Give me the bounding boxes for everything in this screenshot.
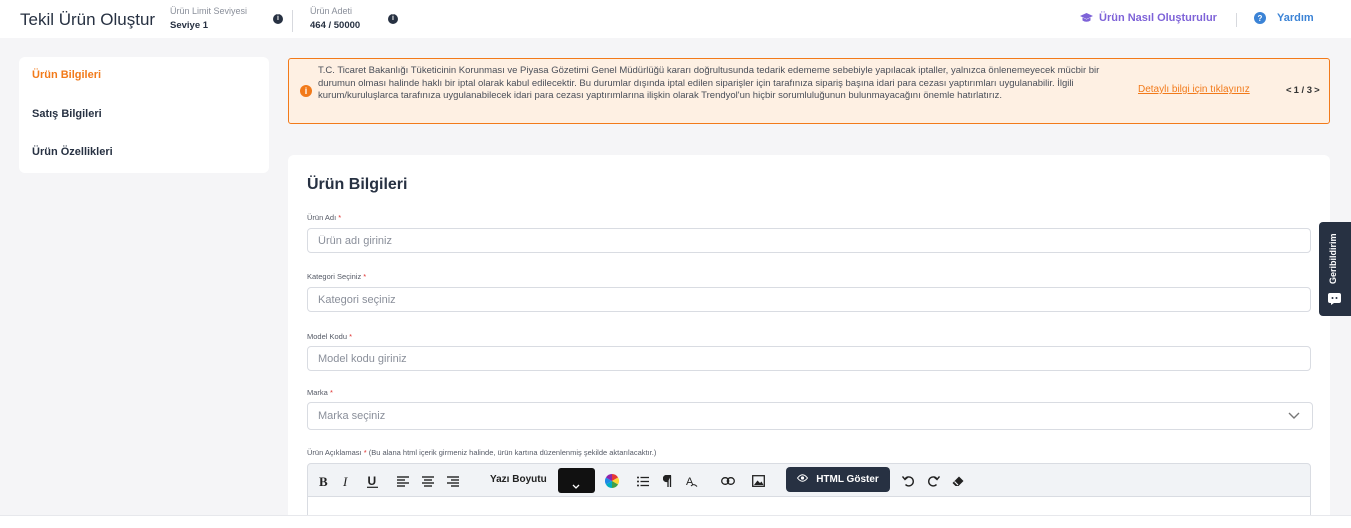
sidebar-item-sales-info[interactable]: Satış Bilgileri xyxy=(32,108,102,120)
required-mark: * xyxy=(329,388,333,397)
svg-text:B: B xyxy=(319,475,328,487)
product-count-value: 464 / 50000 xyxy=(310,20,361,31)
limit-level-label: Ürün Limit Seviyesi xyxy=(170,6,248,16)
model-code-label-text: Model Kodu xyxy=(307,332,348,341)
pager-text: 1 / 3 xyxy=(1293,85,1313,96)
product-name-label: Ürün Adı * xyxy=(307,213,341,222)
question-icon: ? xyxy=(1254,12,1266,24)
svg-text:U: U xyxy=(367,475,376,488)
chevron-down-icon xyxy=(572,477,580,495)
brand-label: Marka * xyxy=(307,388,333,397)
category-input[interactable] xyxy=(307,287,1311,312)
pager-prev-button[interactable]: < xyxy=(1286,85,1292,96)
description-note: (Bu alana html içerik girmeniz halinde, … xyxy=(368,448,657,457)
color-wheel-icon[interactable] xyxy=(604,473,620,489)
sidebar: Ürün Bilgileri Satış Bilgileri Ürün Özel… xyxy=(19,57,269,173)
brand-label-text: Marka xyxy=(307,388,328,397)
help-label: Yardım xyxy=(1277,12,1314,24)
undo-icon[interactable] xyxy=(901,473,915,489)
html-view-button[interactable]: HTML Göster xyxy=(786,467,890,492)
align-center-icon[interactable] xyxy=(421,473,435,489)
align-left-icon[interactable] xyxy=(396,473,410,489)
warning-banner: i T.C. Ticaret Bakanlığı Tüketicinin Kor… xyxy=(288,58,1330,124)
banner-detail-link[interactable]: Detaylı bilgi için tıklayınız xyxy=(1138,84,1250,95)
required-mark: * xyxy=(363,272,367,281)
paragraph-icon[interactable] xyxy=(661,473,673,489)
html-view-label: HTML Göster xyxy=(816,474,879,485)
sidebar-item-product-features[interactable]: Ürün Özellikleri xyxy=(32,146,113,158)
eraser-icon[interactable] xyxy=(951,473,965,489)
sidebar-item-product-info[interactable]: Ürün Bilgileri xyxy=(32,69,101,81)
pager-next-button[interactable]: > xyxy=(1314,85,1320,96)
svg-text:A: A xyxy=(686,476,694,488)
limit-level-value: Seviye 1 xyxy=(170,20,209,31)
eye-icon xyxy=(797,474,809,485)
svg-text:?: ? xyxy=(1258,14,1263,23)
text-format-icon[interactable]: A xyxy=(685,473,699,489)
top-header: Tekil Ürün Oluştur Ürün Limit Seviyesi S… xyxy=(0,0,1351,38)
header-divider xyxy=(292,10,293,32)
description-label: Ürün Açıklaması * (Bu alana html içerik … xyxy=(307,448,656,457)
category-label: Kategori Seçiniz * xyxy=(307,272,366,281)
editor-toolbar: B I U Yazı Boyutu A HTML Göster xyxy=(307,463,1311,497)
product-name-input[interactable] xyxy=(307,228,1311,253)
page-title: Tekil Ürün Oluştur xyxy=(20,10,156,29)
banner-text: T.C. Ticaret Bakanlığı Tüketicinin Korun… xyxy=(318,65,1100,101)
required-mark: * xyxy=(363,448,367,457)
required-mark: * xyxy=(349,332,353,341)
redo-icon[interactable] xyxy=(926,473,940,489)
model-code-input[interactable] xyxy=(307,346,1311,371)
bottom-bar xyxy=(0,515,1351,528)
svg-text:I: I xyxy=(342,475,348,487)
help-link[interactable]: ? Yardım xyxy=(1254,12,1314,24)
category-label-text: Kategori Seçiniz xyxy=(307,272,362,281)
info-icon[interactable]: i xyxy=(273,14,283,24)
header-divider xyxy=(1236,13,1237,27)
model-code-label: Model Kodu * xyxy=(307,332,352,341)
banner-pager: < 1 / 3 > xyxy=(1286,85,1320,96)
brand-select[interactable]: Marka seçiniz xyxy=(307,402,1313,430)
how-to-create-link[interactable]: Ürün Nasıl Oluşturulur xyxy=(1080,12,1217,24)
product-count: Ürün Adeti 464 / 50000 xyxy=(310,6,360,31)
brand-placeholder: Marka seçiniz xyxy=(318,410,386,422)
info-icon[interactable]: i xyxy=(388,14,398,24)
bold-icon[interactable]: B xyxy=(316,473,330,489)
feedback-tab[interactable]: Geribildirim xyxy=(1319,222,1351,316)
how-to-create-label: Ürün Nasıl Oluşturulur xyxy=(1099,12,1217,24)
list-icon[interactable] xyxy=(636,473,650,489)
product-info-card: Ürün Bilgileri Ürün Adı * Kategori Seçin… xyxy=(288,155,1330,528)
feedback-icon xyxy=(1328,292,1341,310)
product-count-label: Ürün Adeti xyxy=(310,6,353,16)
italic-icon[interactable]: I xyxy=(340,473,354,489)
product-name-label-text: Ürün Adı xyxy=(307,213,337,222)
font-size-dropdown[interactable]: Yazı Boyutu xyxy=(490,474,547,485)
graduation-cap-icon xyxy=(1080,12,1093,24)
limit-level: Ürün Limit Seviyesi Seviye 1 xyxy=(170,6,247,31)
chevron-down-icon xyxy=(1288,411,1300,423)
required-mark: * xyxy=(338,213,342,222)
text-color-picker[interactable] xyxy=(558,468,595,493)
card-title: Ürün Bilgileri xyxy=(307,176,408,193)
align-right-icon[interactable] xyxy=(446,473,460,489)
description-label-text: Ürün Açıklaması xyxy=(307,448,362,457)
feedback-label: Geribildirim xyxy=(1328,233,1338,284)
image-icon[interactable] xyxy=(751,473,765,489)
warning-icon: i xyxy=(300,85,312,97)
link-icon[interactable] xyxy=(720,473,736,489)
underline-icon[interactable]: U xyxy=(365,473,379,489)
